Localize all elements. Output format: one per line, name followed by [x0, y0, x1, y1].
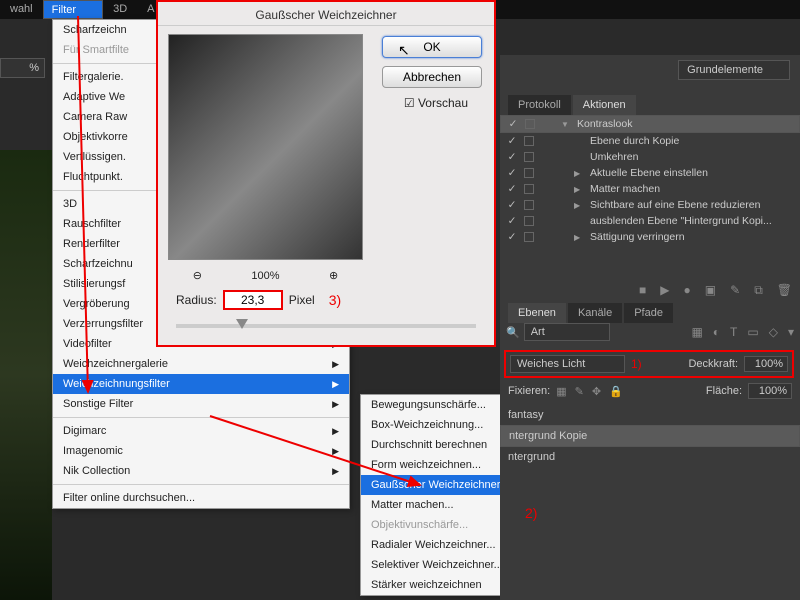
tab-ebenen[interactable]: Ebenen [508, 303, 566, 323]
dialog-title: Gaußscher Weichzeichner [158, 2, 494, 26]
action-row[interactable]: ✓Umkehren [500, 149, 800, 165]
filter-icon[interactable]: ▭ [747, 325, 758, 339]
fill-input[interactable] [748, 383, 792, 399]
layer-filter-icons: ▦ ◐ T ▭ ◇ ▾ [691, 325, 794, 339]
annotation-3: 3) [329, 292, 341, 308]
menu-filter[interactable]: Filter [43, 0, 103, 19]
menu-auswahl[interactable]: wahl [0, 0, 43, 19]
layer-row[interactable]: ntergrund Kopie [500, 425, 800, 447]
action-footer-icon[interactable]: 🗑 [777, 283, 792, 298]
layer-row[interactable]: ntergrund [500, 447, 800, 467]
workspace-select[interactable]: Grundelemente [678, 60, 790, 80]
action-footer-icon[interactable]: ■ [639, 283, 646, 298]
action-footer-icon[interactable]: ● [684, 283, 691, 298]
filter-menu-item[interactable]: Nik Collection▶ [53, 461, 349, 481]
layers-list: fantasyntergrund Kopientergrund [500, 405, 800, 467]
tab-pfade[interactable]: Pfade [624, 303, 673, 323]
preview-label: Vorschau [418, 96, 468, 110]
canvas-photo [0, 150, 52, 600]
action-row[interactable]: ✓ausblenden Ebene "Hintergrund Kopi... [500, 213, 800, 229]
filter-menu-item[interactable]: Filter online durchsuchen... [53, 488, 349, 508]
action-footer-icon[interactable]: ▣ [705, 283, 716, 298]
annotation-1: 1) [631, 357, 642, 371]
action-row[interactable]: ✓▶Sichtbare auf eine Ebene reduzieren [500, 197, 800, 213]
action-footer-icon[interactable]: ✎ [730, 283, 740, 298]
actions-footer: ■ ▶ ● ▣ ✎ ⧉ 🗑 [639, 283, 792, 298]
lock-label: Fixieren: [508, 385, 550, 397]
filter-menu-item[interactable]: Weichzeichnungsfilter▶ [53, 374, 349, 394]
opacity-input[interactable] [744, 356, 788, 372]
fill-label: Fläche: [706, 385, 742, 397]
filter-menu-item[interactable]: Sonstige Filter▶ [53, 394, 349, 414]
radius-label: Radius: [176, 293, 217, 307]
filter-menu-item[interactable]: Digimarc▶ [53, 421, 349, 441]
layer-filter-select[interactable] [524, 323, 610, 341]
layers-panel-tabs: Ebenen Kanäle Pfade [508, 303, 673, 323]
zoom-percent-box[interactable]: % [0, 58, 45, 78]
menu-3d[interactable]: 3D [103, 0, 137, 19]
filter-menu-item[interactable]: Imagenomic▶ [53, 441, 349, 461]
opacity-label: Deckkraft: [688, 358, 738, 370]
zoom-level: 100% [251, 270, 279, 282]
lock-all-icon[interactable]: 🔒 [609, 385, 623, 398]
layer-row[interactable]: fantasy [500, 405, 800, 425]
cancel-button[interactable]: Abbrechen [382, 66, 482, 88]
ok-button[interactable]: OK [382, 36, 482, 58]
blend-mode-row: Weiches Licht 1) Deckkraft: [504, 350, 794, 378]
lock-pixels-icon[interactable]: ▦ [556, 385, 566, 398]
cursor-icon: ↖ [398, 42, 410, 59]
filter-icon[interactable]: ▾ [788, 325, 794, 339]
lock-brush-icon[interactable]: ✎ [575, 385, 584, 398]
blend-mode-select[interactable]: Weiches Licht [510, 355, 625, 373]
zoom-in-icon[interactable]: ⊕ [329, 269, 338, 282]
tab-protokoll[interactable]: Protokoll [508, 95, 571, 115]
filter-icon[interactable]: T [730, 325, 737, 339]
filter-icon[interactable]: ▦ [691, 325, 702, 339]
action-row[interactable]: ✓▶Aktuelle Ebene einstellen [500, 165, 800, 181]
filter-icon[interactable]: ◇ [769, 325, 778, 339]
right-panels: Grundelemente Protokoll Aktionen ✓▼Kontr… [500, 55, 800, 600]
search-icon: 🔍 [506, 326, 520, 339]
annotation-2: 2) [525, 505, 537, 521]
filter-menu-item[interactable]: Weichzeichnergalerie▶ [53, 354, 349, 374]
preview-checkbox[interactable]: ☑ Vorschau [404, 96, 468, 110]
dialog-preview[interactable] [168, 34, 363, 260]
action-footer-icon[interactable]: ⧉ [754, 283, 763, 298]
history-actions-tabs: Protokoll Aktionen [508, 95, 636, 115]
action-footer-icon[interactable]: ▶ [660, 283, 669, 298]
radius-input[interactable] [223, 290, 283, 310]
action-row[interactable]: ✓▶Matter machen [500, 181, 800, 197]
action-row[interactable]: ✓▼Kontraslook [500, 115, 800, 133]
radius-slider[interactable] [176, 324, 476, 328]
zoom-out-icon[interactable]: ⊖ [193, 269, 202, 282]
actions-list: ✓▼Kontraslook✓Ebene durch Kopie✓Umkehren… [500, 115, 800, 245]
tab-kanaele[interactable]: Kanäle [568, 303, 622, 323]
lock-move-icon[interactable]: ✥ [592, 385, 601, 398]
slider-thumb[interactable] [236, 319, 248, 329]
action-row[interactable]: ✓Ebene durch Kopie [500, 133, 800, 149]
pixel-label: Pixel [289, 293, 315, 307]
filter-icon[interactable]: ◐ [713, 325, 720, 339]
tab-aktionen[interactable]: Aktionen [573, 95, 636, 115]
action-row[interactable]: ✓▶Sättigung verringern [500, 229, 800, 245]
gaussian-blur-dialog: Gaußscher Weichzeichner OK Abbrechen ↖ ☑… [156, 0, 496, 347]
